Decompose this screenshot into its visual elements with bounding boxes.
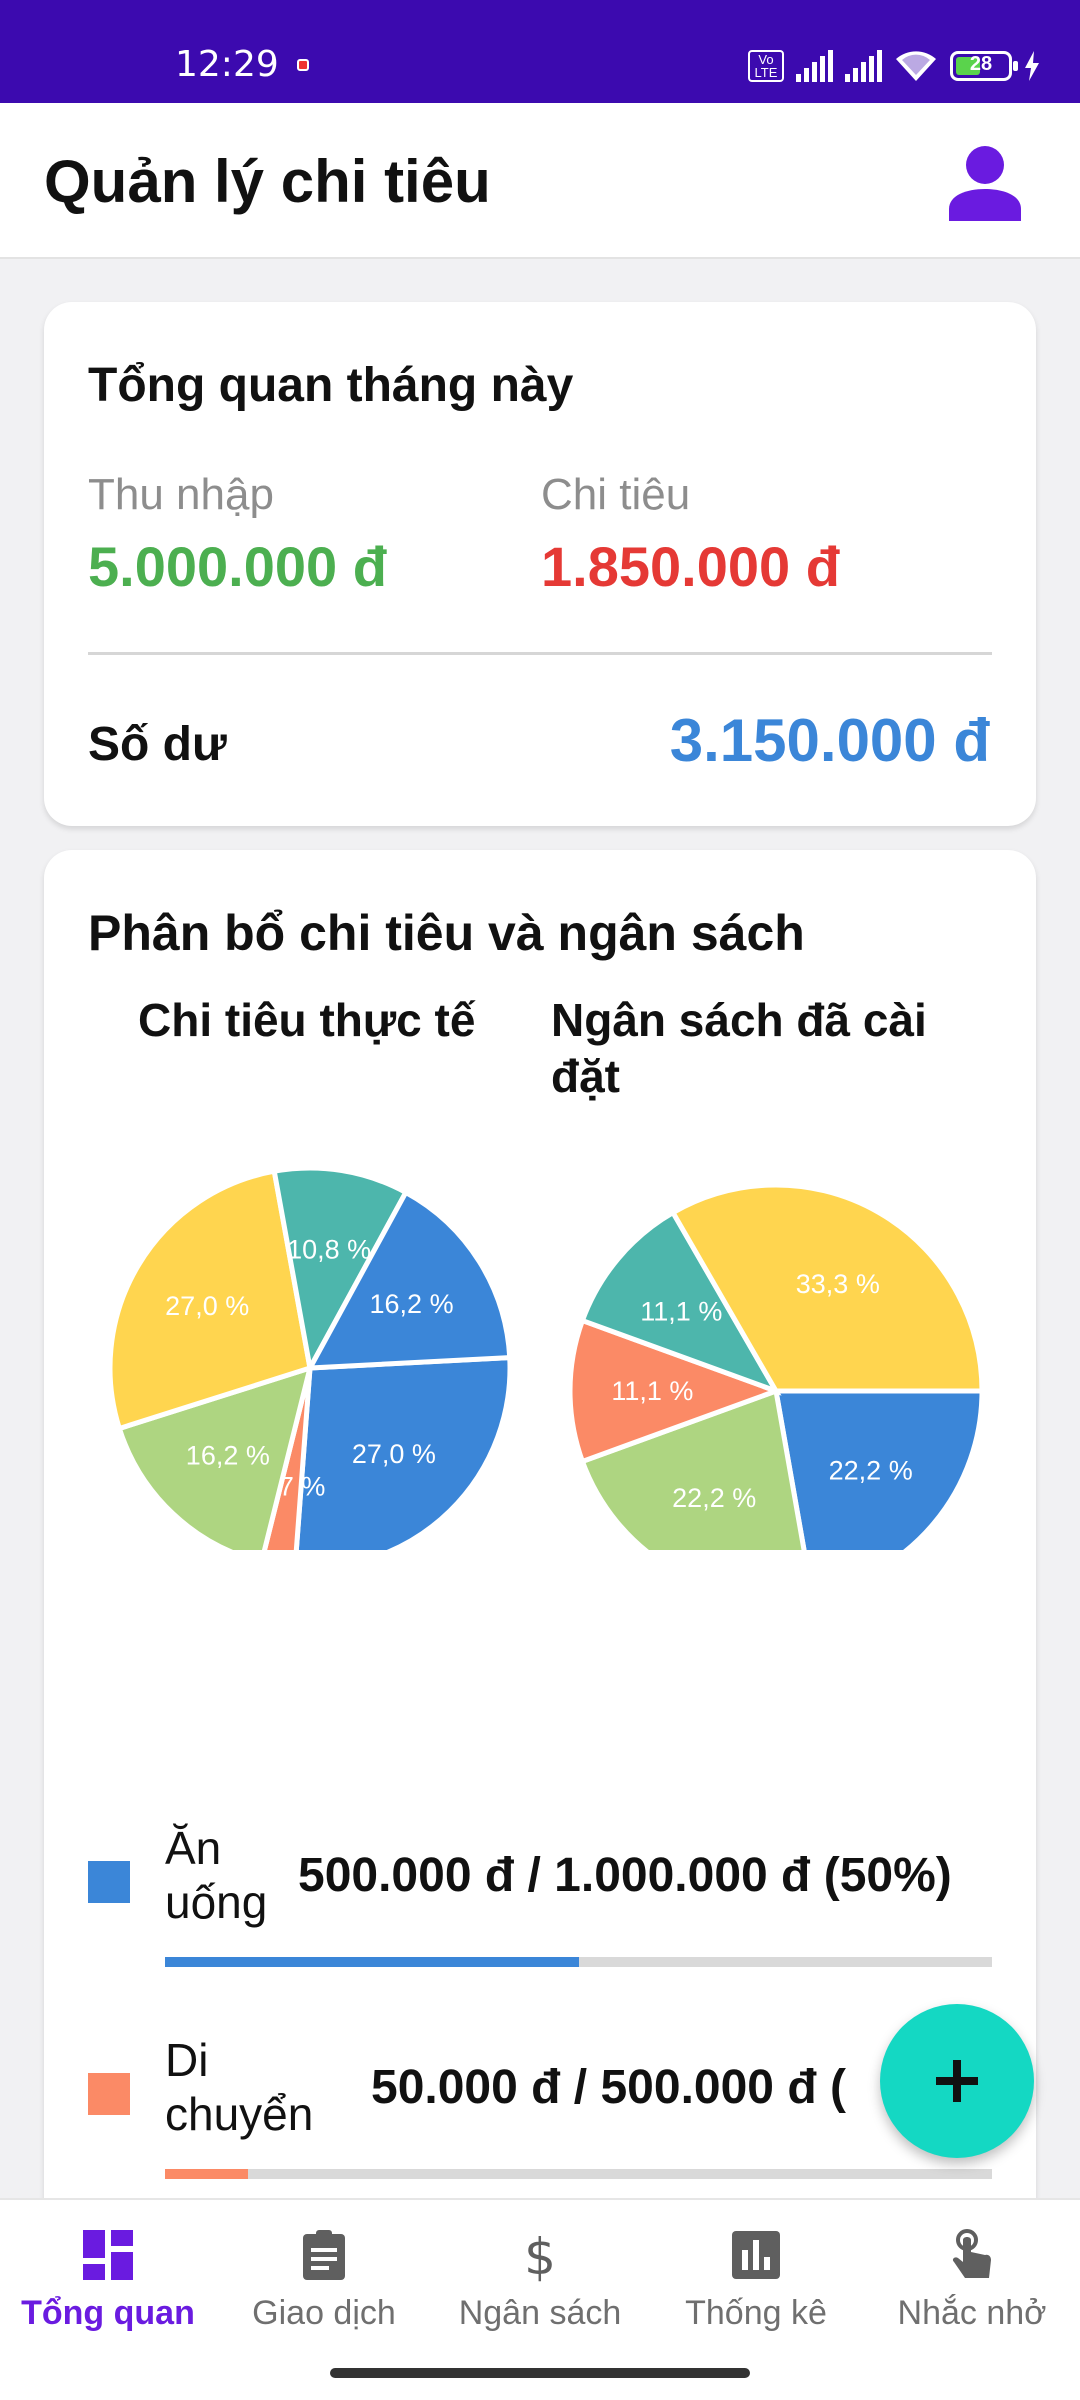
nav-label: Nhắc nhở bbox=[897, 2294, 1047, 2332]
touch-icon bbox=[952, 2229, 991, 2278]
add-transaction-button[interactable] bbox=[880, 2004, 1034, 2158]
category-amount: 500.000 đ / 1.000.000 đ (50%) bbox=[298, 1849, 952, 1902]
budget-chart-title-line1: Ngân sách đã cài bbox=[551, 994, 927, 1046]
distribution-title: Phân bổ chi tiêu và ngân sách bbox=[88, 905, 805, 961]
balance-label: Số dư bbox=[88, 718, 227, 771]
category-progress-bar bbox=[165, 1957, 579, 1967]
category-progress-bar bbox=[165, 2169, 248, 2179]
income-value: 5.000.000 đ bbox=[88, 535, 387, 598]
app-bar: Quản lý chi tiêu bbox=[0, 103, 1080, 259]
pie-label-0-0: 27,0 % bbox=[352, 1439, 436, 1469]
category-progress-track bbox=[165, 1957, 992, 1967]
pie-label-0-2: 16,2 % bbox=[186, 1440, 270, 1470]
signal-icon bbox=[796, 50, 833, 82]
charging-icon bbox=[1025, 51, 1039, 81]
pie-label-0-3: 27,0 % bbox=[165, 1291, 249, 1321]
wifi-icon bbox=[896, 51, 936, 81]
pie-label-1-2: 11,1 % bbox=[611, 1376, 693, 1406]
nav-tong-quan[interactable]: Tổng quan bbox=[0, 2228, 216, 2333]
home-indicator[interactable] bbox=[330, 2368, 750, 2378]
nav-ngan-sach[interactable]: $ Ngân sách bbox=[432, 2228, 648, 2333]
pie-chart-actual: 27,0 %2,7 %16,2 %27,0 %10,8 %16,2 % bbox=[107, 1165, 513, 1550]
nav-thong-ke[interactable]: Thống kê bbox=[648, 2228, 864, 2333]
nav-giao-dich[interactable]: Giao dịch bbox=[216, 2228, 432, 2333]
overview-card: Tổng quan tháng này Thu nhập 5.000.000 đ… bbox=[44, 302, 1036, 826]
category-swatch bbox=[88, 1861, 130, 1903]
category-row-an-uong[interactable]: Ăn uống 500.000 đ / 1.000.000 đ (50%) bbox=[44, 1821, 994, 1971]
category-name: Ăn uống bbox=[165, 1822, 268, 1928]
pie-label-0-4: 10,8 % bbox=[287, 1235, 371, 1265]
divider bbox=[88, 652, 992, 655]
pie-label-1-0: 22,2 % bbox=[829, 1455, 913, 1485]
pie-label-1-4: 33,3 % bbox=[796, 1269, 880, 1299]
nav-label: Tổng quan bbox=[21, 2294, 195, 2332]
pie-label-1-1: 22,2 % bbox=[672, 1483, 756, 1513]
budget-chart-title-line2: đặt bbox=[551, 1050, 620, 1102]
app-title: Quản lý chi tiêu bbox=[44, 148, 491, 215]
category-row-di-chuyen[interactable]: Di chuyển 50.000 đ / 500.000 đ ( bbox=[44, 2033, 994, 2183]
category-name: Di chuyển bbox=[165, 2034, 314, 2140]
status-bar: 12:29 Vo LTE 28 bbox=[0, 0, 1080, 103]
clipboard-icon bbox=[303, 2230, 345, 2280]
nav-label: Giao dịch bbox=[252, 2294, 396, 2332]
bar-chart-icon bbox=[732, 2231, 780, 2279]
plus-icon bbox=[936, 2060, 978, 2102]
dashboard-icon bbox=[83, 2230, 133, 2280]
expense-value: 1.850.000 đ bbox=[541, 535, 840, 598]
overview-title: Tổng quan tháng này bbox=[88, 359, 574, 412]
expense-label: Chi tiêu bbox=[541, 470, 691, 519]
pie-label-1-3: 11,1 % bbox=[640, 1297, 722, 1327]
signal-icon-2 bbox=[845, 50, 882, 82]
nav-label: Thống kê bbox=[685, 2294, 827, 2332]
category-swatch bbox=[88, 2073, 130, 2115]
pie-chart-budget: 22,2 % 22,2 % 11,1 % 11,1 % 33,3 % bbox=[567, 1182, 985, 1550]
actual-chart-title: Chi tiêu thực tế bbox=[138, 994, 476, 1046]
balance-value: 3.150.000 đ bbox=[669, 707, 990, 774]
category-progress-track bbox=[165, 2169, 992, 2179]
pie-charts: 27,0 %2,7 %16,2 %27,0 %10,8 %16,2 % 22,2… bbox=[107, 1165, 985, 1550]
battery-icon: 28 bbox=[950, 51, 1018, 81]
nav-label: Ngân sách bbox=[458, 2294, 622, 2332]
notification-icon bbox=[297, 59, 309, 71]
status-icons: Vo LTE 28 bbox=[748, 46, 1040, 86]
distribution-card: Phân bổ chi tiêu và ngân sách Chi tiêu t… bbox=[44, 850, 1036, 2230]
pie-label-0-5: 16,2 % bbox=[370, 1289, 454, 1319]
category-amount: 50.000 đ / 500.000 đ ( bbox=[371, 2061, 846, 2114]
dollar-icon: $ bbox=[524, 2228, 556, 2282]
volte-icon: Vo LTE bbox=[748, 50, 784, 82]
status-time: 12:29 bbox=[175, 44, 279, 85]
income-label: Thu nhập bbox=[88, 470, 274, 519]
person-icon[interactable] bbox=[945, 143, 1025, 223]
nav-nhac-nho[interactable]: Nhắc nhở bbox=[864, 2228, 1080, 2333]
svg-text:$: $ bbox=[524, 2228, 556, 2282]
